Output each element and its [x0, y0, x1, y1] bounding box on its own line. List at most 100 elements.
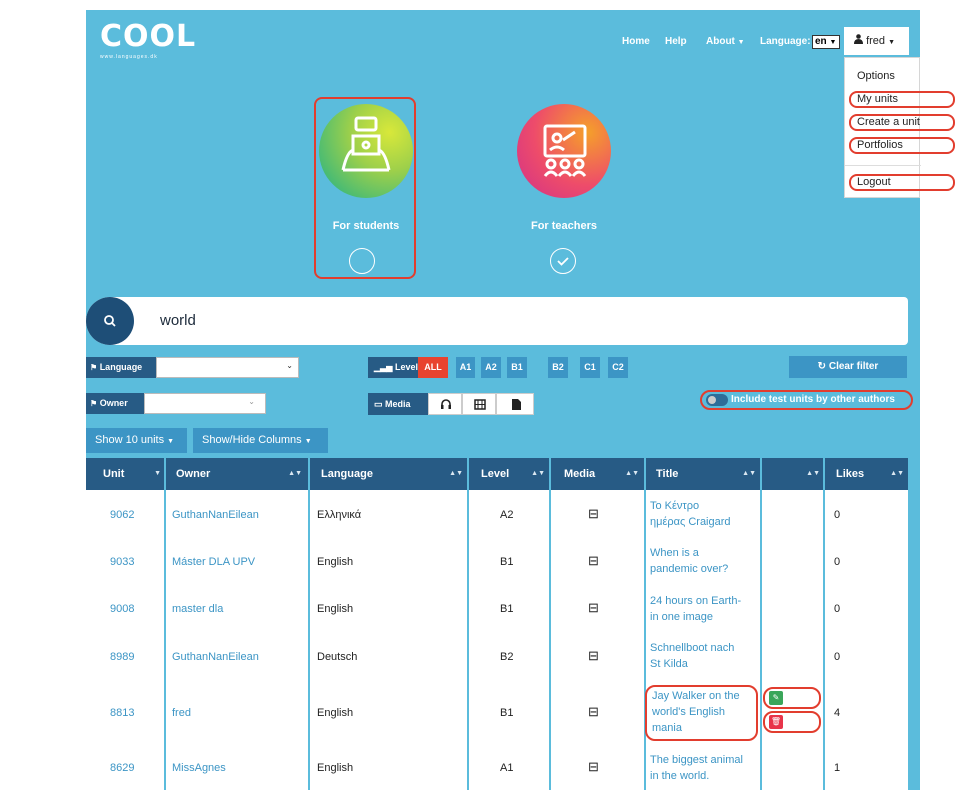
user-menu-button[interactable]: fred ▼	[844, 27, 909, 55]
title-line: Schnellboot nach	[650, 642, 735, 654]
owner-link[interactable]: Máster DLA UPV	[172, 554, 255, 571]
edit-icon: ✎	[772, 693, 780, 702]
title-line: Jay Walker on the	[652, 690, 740, 702]
title-line: Το Κέντρο	[650, 500, 700, 512]
show-units-button[interactable]: Show 10 units ▼	[86, 428, 187, 453]
students-image[interactable]	[319, 104, 413, 198]
media-document-button[interactable]	[496, 393, 534, 415]
teachers-radio[interactable]	[550, 248, 576, 274]
column-header-unit[interactable]: Unit ▼	[103, 458, 161, 490]
level-b1[interactable]: B1	[507, 357, 527, 378]
unit-id-link[interactable]: 8989	[110, 649, 134, 666]
owner-filter-select[interactable]: ⌄	[144, 393, 266, 414]
unit-id-link[interactable]: 9033	[110, 554, 134, 571]
level-a2[interactable]: A2	[481, 357, 501, 378]
chevron-down-icon: ▼	[888, 39, 896, 46]
chevron-down-icon: ▼	[167, 438, 175, 445]
sort-icon: ▲▼	[742, 470, 756, 477]
language-cell: Deutsch	[317, 651, 358, 663]
media-video-button[interactable]	[462, 393, 496, 415]
level-b2[interactable]: B2	[548, 357, 568, 378]
headphones-icon	[441, 399, 451, 409]
title-link[interactable]: Jay Walker on the world's English mania	[652, 688, 748, 736]
clear-filter-label: Clear filter	[828, 361, 879, 372]
unit-id-link[interactable]: 9008	[110, 601, 134, 618]
student-laptop-icon	[341, 116, 391, 172]
title-link[interactable]: The biggest animal in the world.	[650, 752, 746, 784]
owner-filter-text: Owner	[99, 398, 128, 408]
menu-item-create-unit[interactable]: Create a unit	[849, 114, 955, 131]
menu-item-portfolios[interactable]: Portfolios	[849, 137, 955, 154]
students-radio[interactable]	[349, 248, 375, 274]
column-header-title[interactable]: Title ▲▼	[656, 458, 756, 490]
teacher-classroom-icon	[543, 124, 587, 177]
level-a1[interactable]: A1	[456, 357, 475, 378]
level-c1[interactable]: C1	[580, 357, 600, 378]
film-icon: ⊟	[588, 553, 599, 568]
flag-icon: ⚑	[90, 399, 98, 408]
title-link[interactable]: Το Κέντρο ημέρας Craigard	[650, 498, 746, 530]
menu-item-logout[interactable]: Logout	[849, 174, 955, 191]
title-line: mania	[652, 722, 682, 734]
title-link[interactable]: Schnellboot nach St Kilda	[650, 640, 746, 672]
nav-about[interactable]: About ▼	[706, 36, 745, 47]
menu-item-my-units[interactable]: My units	[849, 91, 955, 108]
logo-text: COOL	[100, 19, 197, 54]
owner-link[interactable]: master dla	[172, 601, 223, 618]
language-filter-label: ⚑ Language	[86, 357, 156, 378]
film-icon: ⊟	[588, 600, 599, 615]
media-audio-button[interactable]	[428, 393, 462, 415]
column-divider	[549, 458, 551, 790]
search-input[interactable]: world	[160, 312, 196, 329]
column-header-label: Owner	[176, 468, 211, 480]
level-c2[interactable]: C2	[608, 357, 628, 378]
language-select[interactable]: en ▼	[812, 35, 840, 49]
unit-id-link[interactable]: 9062	[110, 507, 134, 524]
title-link[interactable]: When is a pandemic over?	[650, 545, 746, 577]
column-header-media[interactable]: Media ▲▼	[564, 458, 639, 490]
owner-link[interactable]: GuthanNanEilean	[172, 649, 259, 666]
edit-unit-button[interactable]: ✎	[769, 691, 783, 705]
nav-help[interactable]: Help	[665, 36, 687, 47]
column-divider	[308, 458, 310, 790]
owner-link[interactable]: MissAgnes	[172, 760, 226, 777]
search-button[interactable]	[86, 297, 134, 345]
owner-link[interactable]: GuthanNanEilean	[172, 507, 259, 524]
show-hide-columns-button[interactable]: Show/Hide Columns ▼	[193, 428, 328, 453]
search-bar[interactable]	[86, 297, 908, 345]
unit-id-link[interactable]: 8813	[110, 705, 134, 722]
film-icon	[474, 399, 486, 410]
delete-unit-button[interactable]: 🗑	[769, 715, 783, 729]
column-header-label: Level	[481, 468, 510, 480]
owner-filter-label: ⚑ Owner	[86, 393, 144, 414]
toggle-switch[interactable]	[706, 394, 728, 406]
column-header-likes[interactable]: Likes ▲▼	[836, 458, 904, 490]
teachers-image[interactable]	[517, 104, 611, 198]
title-link[interactable]: 24 hours on Earth- in one image	[650, 593, 746, 625]
column-header-label: Unit	[103, 468, 125, 480]
language-filter-text: Language	[99, 362, 143, 372]
column-header-actions[interactable]: ▲▼	[766, 458, 820, 490]
logo[interactable]: COOL www.languages.dk	[100, 19, 197, 61]
include-test-units-toggle[interactable]: Include test units by other authors	[700, 390, 913, 410]
flag-icon: ⚑	[90, 363, 98, 372]
column-header-label: Title	[656, 468, 679, 480]
unit-id-link[interactable]: 8629	[110, 760, 134, 777]
column-header-language[interactable]: Language ▲▼	[321, 458, 463, 490]
level-filter-label: ▁▃▅ Level	[368, 357, 418, 378]
language-filter-select[interactable]: ⌄	[156, 357, 299, 378]
nav-home[interactable]: Home	[622, 36, 650, 47]
check-icon	[557, 257, 569, 266]
sort-icon: ▲▼	[625, 470, 639, 477]
title-line: in one image	[650, 611, 713, 623]
column-header-level[interactable]: Level ▲▼	[481, 458, 545, 490]
owner-link[interactable]: fred	[172, 705, 191, 722]
search-icon	[104, 315, 116, 327]
film-icon: ⊟	[588, 704, 599, 719]
column-header-owner[interactable]: Owner ▲▼	[176, 458, 302, 490]
level-all[interactable]: ALL	[418, 357, 448, 378]
media-filter-label: ▭ Media	[368, 393, 428, 415]
students-label: For students	[332, 220, 400, 232]
clear-filter-button[interactable]: ↻ Clear filter	[789, 356, 907, 378]
menu-item-options[interactable]: Options	[851, 68, 895, 85]
